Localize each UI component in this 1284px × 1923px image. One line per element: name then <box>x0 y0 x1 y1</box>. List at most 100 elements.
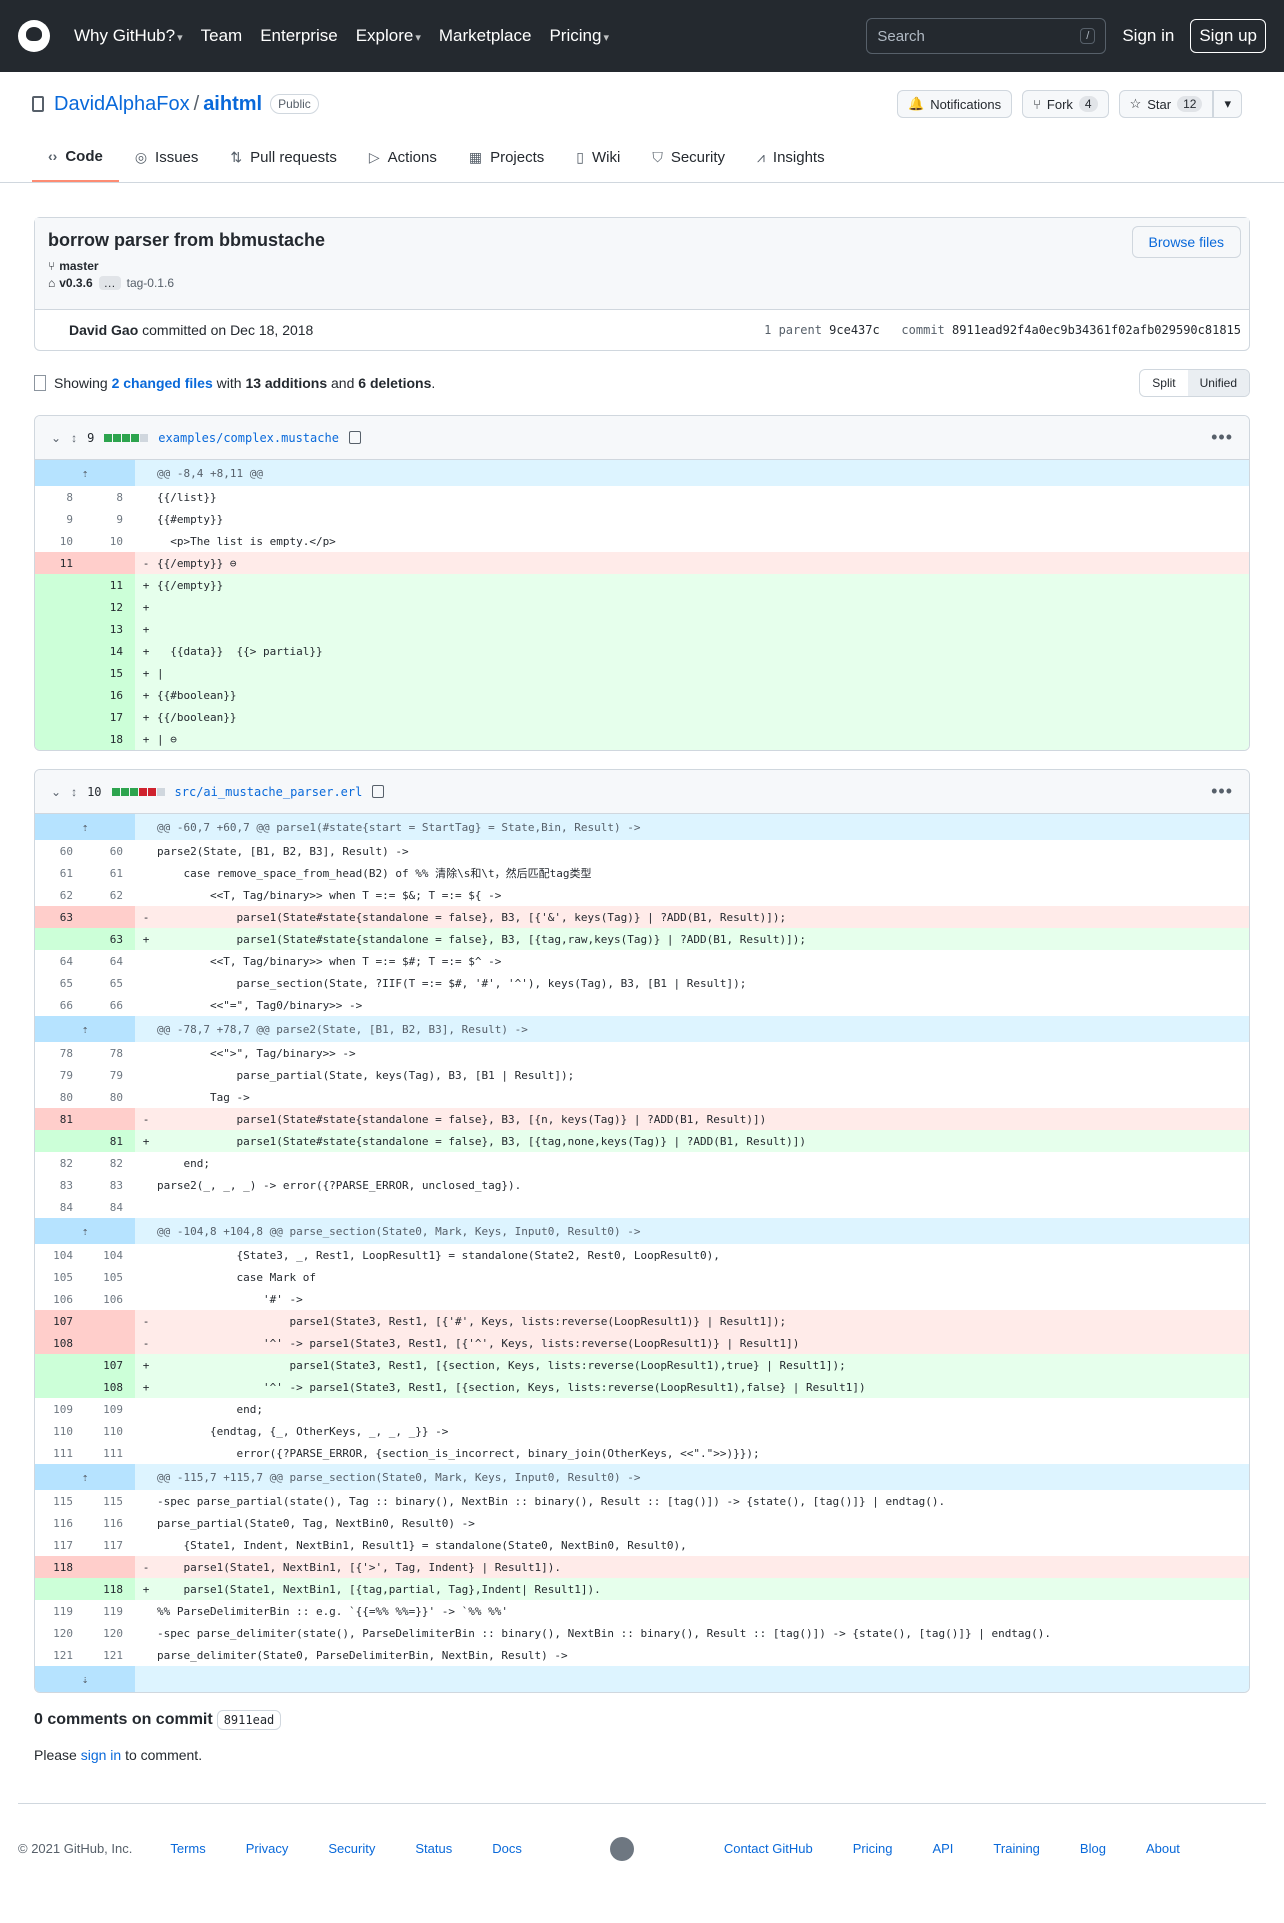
old-line-number[interactable] <box>35 1376 85 1398</box>
changed-files-link[interactable]: 2 changed files <box>112 375 213 391</box>
expand-all-icon[interactable]: ↕ <box>71 785 77 799</box>
footer-link[interactable]: Privacy <box>246 1841 289 1856</box>
new-line-number[interactable]: 17 <box>85 706 135 728</box>
commit-author[interactable]: David Gao <box>69 322 138 338</box>
new-line-number[interactable]: 83 <box>85 1174 135 1196</box>
star-button[interactable]: ☆ Star 12 <box>1118 90 1214 118</box>
new-line-number[interactable]: 84 <box>85 1196 135 1218</box>
file-path-link[interactable]: examples/complex.mustache <box>158 431 339 445</box>
new-line-number[interactable]: 15 <box>85 662 135 684</box>
tab-projects[interactable]: ▦ Projects <box>453 132 560 182</box>
old-line-number[interactable] <box>35 928 85 950</box>
new-line-number[interactable]: 62 <box>85 884 135 906</box>
old-line-number[interactable]: 118 <box>35 1556 85 1578</box>
tab-wiki[interactable]: ▯ Wiki <box>560 132 636 182</box>
browse-files-button[interactable]: Browse files <box>1131 226 1241 258</box>
new-line-number[interactable] <box>85 1556 135 1578</box>
old-line-number[interactable]: 11 <box>35 552 85 574</box>
new-line-number[interactable]: 106 <box>85 1288 135 1310</box>
more-tags-button[interactable]: … <box>98 276 121 290</box>
tab-issues[interactable]: ◎ Issues <box>119 132 215 182</box>
footer-link[interactable]: Training <box>993 1841 1039 1856</box>
nav-link-2[interactable]: Enterprise <box>260 26 337 45</box>
old-line-number[interactable]: 111 <box>35 1442 85 1464</box>
expand-all-icon[interactable]: ↕ <box>71 431 77 445</box>
old-line-number[interactable]: 82 <box>35 1152 85 1174</box>
old-line-number[interactable] <box>35 618 85 640</box>
old-line-number[interactable]: 104 <box>35 1244 85 1266</box>
new-line-number[interactable]: 60 <box>85 840 135 862</box>
fork-button[interactable]: ⑂ Fork 4 <box>1022 90 1109 118</box>
search-input[interactable]: Search / <box>866 18 1107 54</box>
old-line-number[interactable]: 120 <box>35 1622 85 1644</box>
github-mark-icon[interactable] <box>609 1836 634 1861</box>
new-line-number[interactable]: 81 <box>85 1130 135 1152</box>
old-line-number[interactable]: 110 <box>35 1420 85 1442</box>
chevron-down-icon[interactable]: ⌄ <box>51 785 61 799</box>
footer-link[interactable]: Contact GitHub <box>724 1841 813 1856</box>
new-line-number[interactable] <box>85 1310 135 1332</box>
footer-link[interactable]: Blog <box>1080 1841 1106 1856</box>
repo-owner-link[interactable]: DavidAlphaFox <box>54 93 190 116</box>
footer-link[interactable]: About <box>1146 1841 1180 1856</box>
new-line-number[interactable]: 110 <box>85 1420 135 1442</box>
footer-link[interactable]: API <box>932 1841 953 1856</box>
new-line-number[interactable]: 105 <box>85 1266 135 1288</box>
old-line-number[interactable]: 79 <box>35 1064 85 1086</box>
old-line-number[interactable]: 115 <box>35 1490 85 1512</box>
old-line-number[interactable]: 105 <box>35 1266 85 1288</box>
old-line-number[interactable]: 107 <box>35 1310 85 1332</box>
new-line-number[interactable]: 121 <box>85 1644 135 1666</box>
old-line-number[interactable] <box>35 1578 85 1600</box>
new-line-number[interactable]: 10 <box>85 530 135 552</box>
new-line-number[interactable]: 79 <box>85 1064 135 1086</box>
new-line-number[interactable]: 66 <box>85 994 135 1016</box>
old-line-number[interactable]: 65 <box>35 972 85 994</box>
expand-lines-icon[interactable]: ⇡ <box>35 1464 135 1490</box>
new-line-number[interactable]: 63 <box>85 928 135 950</box>
new-line-number[interactable]: 16 <box>85 684 135 706</box>
parent-sha-link[interactable]: 9ce437c <box>829 323 880 337</box>
star-dropdown-button[interactable]: ▾ <box>1213 90 1242 118</box>
old-line-number[interactable]: 8 <box>35 486 85 508</box>
new-line-number[interactable]: 116 <box>85 1512 135 1534</box>
nav-link-1[interactable]: Team <box>201 26 243 45</box>
new-line-number[interactable] <box>85 1332 135 1354</box>
expand-lines-icon[interactable]: ⇣ <box>35 1666 135 1692</box>
new-line-number[interactable]: 120 <box>85 1622 135 1644</box>
tab-security[interactable]: ⛉ Security <box>636 132 741 182</box>
new-line-number[interactable]: 9 <box>85 508 135 530</box>
nav-link-3[interactable]: Explore ▾ <box>356 26 421 45</box>
nav-link-5[interactable]: Pricing ▾ <box>549 26 609 45</box>
new-line-number[interactable] <box>85 906 135 928</box>
tab-code[interactable]: ‹› Code <box>32 132 119 182</box>
kebab-menu-icon[interactable]: ••• <box>1211 781 1233 802</box>
old-line-number[interactable]: 62 <box>35 884 85 906</box>
copy-icon[interactable] <box>348 431 361 444</box>
old-line-number[interactable]: 121 <box>35 1644 85 1666</box>
old-line-number[interactable]: 80 <box>35 1086 85 1108</box>
nav-link-0[interactable]: Why GitHub? ▾ <box>74 26 183 45</box>
old-line-number[interactable] <box>35 574 85 596</box>
expand-lines-icon[interactable]: ⇡ <box>35 1016 135 1042</box>
old-line-number[interactable] <box>35 728 85 750</box>
new-line-number[interactable] <box>85 1108 135 1130</box>
old-line-number[interactable]: 10 <box>35 530 85 552</box>
split-view-button[interactable]: Split <box>1140 370 1187 396</box>
old-line-number[interactable]: 9 <box>35 508 85 530</box>
new-line-number[interactable]: 107 <box>85 1354 135 1376</box>
old-line-number[interactable]: 78 <box>35 1042 85 1064</box>
old-line-number[interactable]: 61 <box>35 862 85 884</box>
old-line-number[interactable]: 81 <box>35 1108 85 1130</box>
tag-name-2[interactable]: tag-0.1.6 <box>127 276 174 290</box>
new-line-number[interactable]: 80 <box>85 1086 135 1108</box>
github-logo-icon[interactable] <box>18 20 50 52</box>
kebab-menu-icon[interactable]: ••• <box>1211 427 1233 448</box>
expand-lines-icon[interactable]: ⇡ <box>35 814 135 840</box>
old-line-number[interactable]: 108 <box>35 1332 85 1354</box>
footer-link[interactable]: Terms <box>170 1841 205 1856</box>
old-line-number[interactable]: 66 <box>35 994 85 1016</box>
new-line-number[interactable]: 104 <box>85 1244 135 1266</box>
notifications-button[interactable]: 🔔 Notifications <box>897 90 1013 118</box>
old-line-number[interactable] <box>35 1354 85 1376</box>
